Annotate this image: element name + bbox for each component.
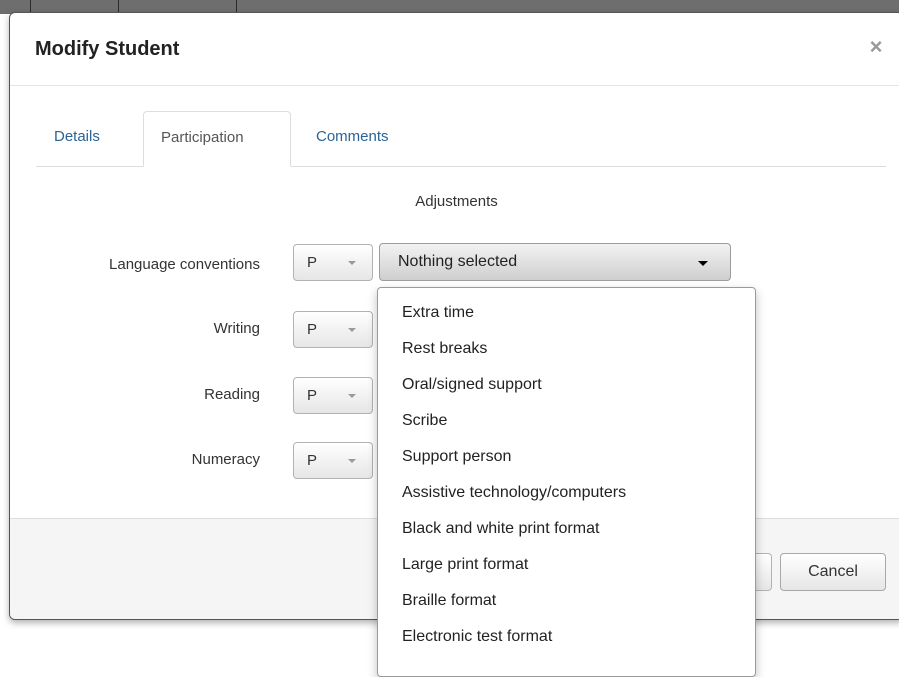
adjustments-heading: Adjustments [415, 193, 498, 210]
row-label-writing: Writing [213, 320, 260, 337]
menu-item-assistive-technology[interactable]: Assistive technology/computers [378, 477, 755, 513]
cancel-button[interactable]: Cancel [780, 553, 886, 591]
close-icon[interactable]: × [866, 35, 886, 59]
tab-details[interactable]: Details [40, 111, 114, 166]
menu-item-extra-time[interactable]: Extra time [378, 297, 755, 333]
menu-item-electronic-test-format[interactable]: Electronic test format [378, 621, 755, 657]
tab-comments[interactable]: Comments [302, 111, 403, 166]
adjustments-select-value: Nothing selected [398, 253, 518, 270]
chevron-down-icon [348, 394, 356, 398]
row-label-reading: Reading [204, 386, 260, 403]
row-label-numeracy: Numeracy [191, 451, 260, 468]
menu-item-rest-breaks[interactable]: Rest breaks [378, 333, 755, 369]
code-value: P [307, 321, 318, 338]
menu-item-large-print[interactable]: Large print format [378, 549, 755, 585]
menu-item-braille-format[interactable]: Braille format [378, 585, 755, 621]
reading-code-select[interactable]: P [293, 377, 373, 414]
chevron-down-icon [348, 261, 356, 265]
modal-title: Modify Student [35, 38, 180, 60]
row-label-language-conventions: Language conventions [109, 256, 260, 273]
chevron-down-icon [348, 328, 356, 332]
adjustments-dropdown-menu: Extra time Rest breaks Oral/signed suppo… [377, 287, 756, 677]
chevron-down-icon [348, 459, 356, 463]
menu-item-black-white-print[interactable]: Black and white print format [378, 513, 755, 549]
code-value: P [307, 452, 318, 469]
menu-item-scribe[interactable]: Scribe [378, 405, 755, 441]
tab-participation[interactable]: Participation [143, 111, 291, 167]
code-value: P [307, 254, 318, 271]
header-divider [10, 85, 899, 86]
chevron-down-icon [698, 261, 708, 266]
adjustments-select[interactable]: Nothing selected [379, 243, 731, 281]
code-value: P [307, 387, 318, 404]
writing-code-select[interactable]: P [293, 311, 373, 348]
menu-item-support-person[interactable]: Support person [378, 441, 755, 477]
numeracy-code-select[interactable]: P [293, 442, 373, 479]
language-conventions-code-select[interactable]: P [293, 244, 373, 281]
menu-item-oral-signed-support[interactable]: Oral/signed support [378, 369, 755, 405]
